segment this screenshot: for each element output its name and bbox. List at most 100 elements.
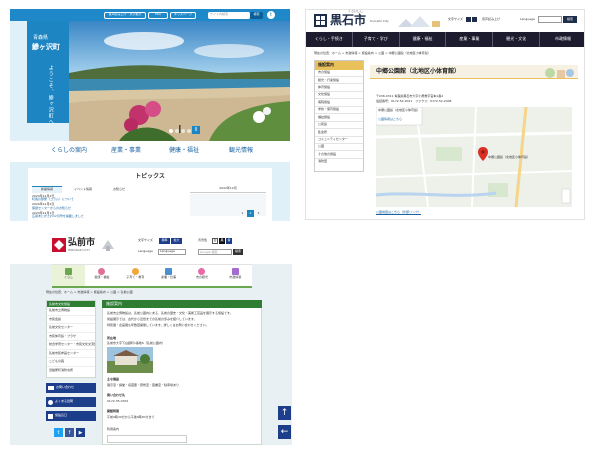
hirosaki-footer-item[interactable]: 利用案内 (107, 427, 119, 431)
ajigasawa-nav-item[interactable]: 観光情報 (217, 145, 265, 157)
hirosaki-sidebar-item[interactable]: 市民体育館・プラザ (47, 333, 95, 342)
youtube-icon[interactable]: ▶ (76, 428, 85, 437)
child-icon (131, 268, 139, 275)
ajigasawa-tab-news[interactable]: 新着情報 (32, 186, 62, 193)
kuroishi-sidebar-item[interactable]: 公民館 (315, 122, 363, 130)
twitter-icon[interactable]: t (54, 428, 63, 437)
kuroishi-top-link[interactable]: 音声読み上げ (482, 17, 500, 21)
kuroishi-sidebar-item[interactable]: 文化施設 (315, 92, 363, 100)
hirosaki-section-text: 0172-35-0700 (107, 399, 129, 403)
kuroishi-logo-text[interactable]: 黒石市 (330, 13, 366, 28)
ajigasawa-search-input[interactable]: サイト内検索 (208, 11, 250, 19)
hirosaki-nav-item[interactable]: 市の観光 (185, 265, 218, 286)
hirosaki-paragraph: 弘前市立博物館は、弘前公園内にある、弘前の歴史・文化・美術工芸品を展示する施設で… (107, 311, 233, 315)
kuroishi-map[interactable] (376, 107, 572, 207)
ajigasawa-nav-item[interactable]: 健康・福祉 (160, 145, 208, 157)
hirosaki-nav-item[interactable]: 市政情報 (219, 265, 252, 286)
hirosaki-search-input[interactable]: Google 検索 (198, 249, 232, 255)
ajigasawa-pause-button[interactable]: II (192, 126, 200, 134)
calendar-day[interactable]: 2 (247, 210, 254, 217)
kuroishi-nav-item[interactable]: くらし・手続き (306, 32, 353, 47)
hirosaki-sidebar-item[interactable]: 総合学習センター・市民文化交流館 (47, 341, 95, 350)
calendar-day[interactable]: 3 (255, 210, 262, 217)
kuroishi-search-input[interactable] (538, 16, 562, 23)
kuroishi-sidebar-item[interactable]: 市の施設 (315, 70, 363, 78)
kuroishi-sidebar-item[interactable]: 消防団 (315, 159, 363, 165)
kuroishi-page-link[interactable]: 公園地図はこちら（外部リンク） (376, 210, 421, 214)
hirosaki-sidebar-item[interactable]: こどもの森 (47, 358, 95, 367)
calendar-day[interactable]: 1 (239, 210, 246, 217)
kuroishi-sidebar-item[interactable]: 体育施設 (315, 84, 363, 92)
kuroishi-sidebar-item[interactable]: 集会所 (315, 129, 363, 137)
kuroishi-search-button[interactable]: 検索 (563, 16, 577, 23)
ajigasawa-hero-vertical-text: ようこそ、鰺ヶ沢町へ (47, 65, 54, 125)
kuroishi-breadcrumb[interactable]: 現在の位置：ホーム > 市政情報 > 施設案内 > 公園 > 中郷公園館（北地区… (314, 51, 431, 55)
hirosaki-logo-text[interactable]: 弘前市 (68, 238, 95, 248)
hirosaki-breadcrumb[interactable]: 現在の位置：ホーム > 市政情報 > 施設案内 > 公園 > 弘前公園 (46, 290, 133, 294)
kuroishi-sidebar-item[interactable]: その他の施設 (315, 151, 363, 159)
ajigasawa-tab-notices[interactable]: お知らせ (104, 186, 134, 193)
ajigasawa-twitter-icon[interactable]: t (267, 11, 275, 19)
hirosaki-contact-label: お問い合わせ (56, 385, 75, 390)
ajigasawa-screenshot: 音声読み上げ・文字拡大 FAQ キッズページ サイト内検索 検索 t 青森県 鰺… (10, 9, 290, 221)
ajigasawa-search-button[interactable]: 検索 (250, 11, 263, 19)
kuroishi-sidebar-item[interactable]: 学校・保育施設 (315, 107, 363, 115)
hirosaki-faq-label: よくある質問 (55, 399, 74, 404)
hirosaki-sidebar-item[interactable]: 弘前市立博物館 (47, 307, 95, 316)
kuroishi-sidebar-title: 施設案内 (315, 61, 363, 70)
hirosaki-nav-item[interactable]: 健康・福祉 (85, 265, 118, 286)
ajigasawa-logo-main[interactable]: 鰺ヶ沢町 (32, 43, 60, 51)
ajigasawa-nav-item[interactable]: 産業・事業 (102, 145, 150, 157)
kuroishi-nav-item[interactable]: 観光・文化 (493, 32, 541, 47)
hirosaki-contact-button[interactable]: お問い合わせ (46, 383, 96, 393)
hirosaki-nav-item[interactable]: くらし (52, 265, 86, 286)
hirosaki-color-button-black[interactable]: 黒 (219, 238, 225, 244)
kuroishi-sidebar-item[interactable]: 公園 (315, 144, 363, 152)
hirosaki-footer-box (107, 435, 187, 443)
kuroishi-nav-item[interactable]: 子育て・学び (353, 32, 400, 47)
kuroishi-sidebar-item[interactable]: 福祉施設 (315, 114, 363, 122)
kuroishi-top-link[interactable]: 文字サイズ (448, 17, 463, 21)
kuroishi-font-size-small[interactable] (466, 17, 471, 22)
ajigasawa-header-button[interactable]: FAQ (148, 11, 168, 19)
news-link[interactable]: 広報あじがさわ12月号を掲載しました (32, 214, 162, 218)
hirosaki-sidebar-item[interactable]: 弘前市民参画センター (47, 350, 95, 359)
hirosaki-font-size-label: 文字サイズ (138, 238, 153, 242)
kuroishi-font-size-large[interactable] (472, 17, 477, 22)
hirosaki-sidebar-item[interactable]: 旧紺屋町消防屯所 (47, 367, 95, 374)
hirosaki-sidebar-item[interactable]: 弘前文化センター (47, 324, 95, 333)
kuroishi-nav-item[interactable]: 健康・福祉 (400, 32, 447, 47)
news-link[interactable]: 保健センターからのお知らせ (32, 206, 162, 210)
ajigasawa-header-button[interactable]: キッズページ (170, 11, 196, 19)
kuroishi-page-title: 中郷公園館（北地区小体育館） (376, 68, 461, 75)
kuroishi-address: 〒036-0311 青森県黒石市大字小屋敷字宮本1番4 (376, 94, 444, 98)
kuroishi-sidebar-item[interactable]: 病院施設 (315, 99, 363, 107)
ajigasawa-header-button[interactable]: 音声読み上げ・文字拡大 (104, 11, 146, 19)
hirosaki-window-button[interactable]: 施設窓口 (46, 411, 96, 421)
kuroishi-sidebar-item[interactable]: コミュニティセンター (315, 137, 363, 144)
hirosaki-nav-item[interactable]: 子育て・教育 (119, 265, 152, 286)
ajigasawa-nav-item[interactable]: くらしの案内 (45, 145, 93, 157)
kuroishi-nav-item[interactable]: 市政情報 (540, 32, 584, 47)
hirosaki-size-button[interactable]: 拡大 (171, 238, 182, 244)
hirosaki-size-button[interactable]: 標準 (159, 238, 170, 244)
kuroishi-top-link[interactable]: Language (520, 17, 535, 21)
ajigasawa-logo-sub: 青森県 (33, 35, 49, 41)
facebook-icon[interactable]: f (65, 428, 74, 437)
hirosaki-color-button-blue[interactable]: 青 (226, 238, 232, 244)
kuroishi-sidebar-item[interactable]: 観光・行楽施設 (315, 77, 363, 85)
hirosaki-color-button-white[interactable]: 白 (212, 238, 218, 244)
scroll-top-arrow-icon[interactable]: ↑ (278, 406, 291, 420)
kuroishi-header-illustration (398, 16, 440, 27)
hirosaki-language-select[interactable]: Language (158, 249, 186, 255)
hirosaki-sidebar-item[interactable]: 市民会館 (47, 316, 95, 325)
hirosaki-faq-button[interactable]: よくある質問 (46, 397, 96, 407)
kuroishi-map-link[interactable]: 公園情報はこちら (378, 117, 402, 121)
kuroishi-nav-item[interactable]: 産業・事業 (446, 32, 494, 47)
hirosaki-search-button[interactable]: 検索 (233, 249, 243, 255)
ajigasawa-tab-events[interactable]: イベント情報 (68, 186, 98, 193)
hirosaki-nav-item[interactable]: 産業・仕事 (152, 265, 185, 286)
back-arrow-icon[interactable]: ← (278, 425, 291, 439)
hirosaki-facility-photo (107, 347, 153, 373)
hirosaki-section-title: 問い合わせ先 (107, 393, 126, 397)
